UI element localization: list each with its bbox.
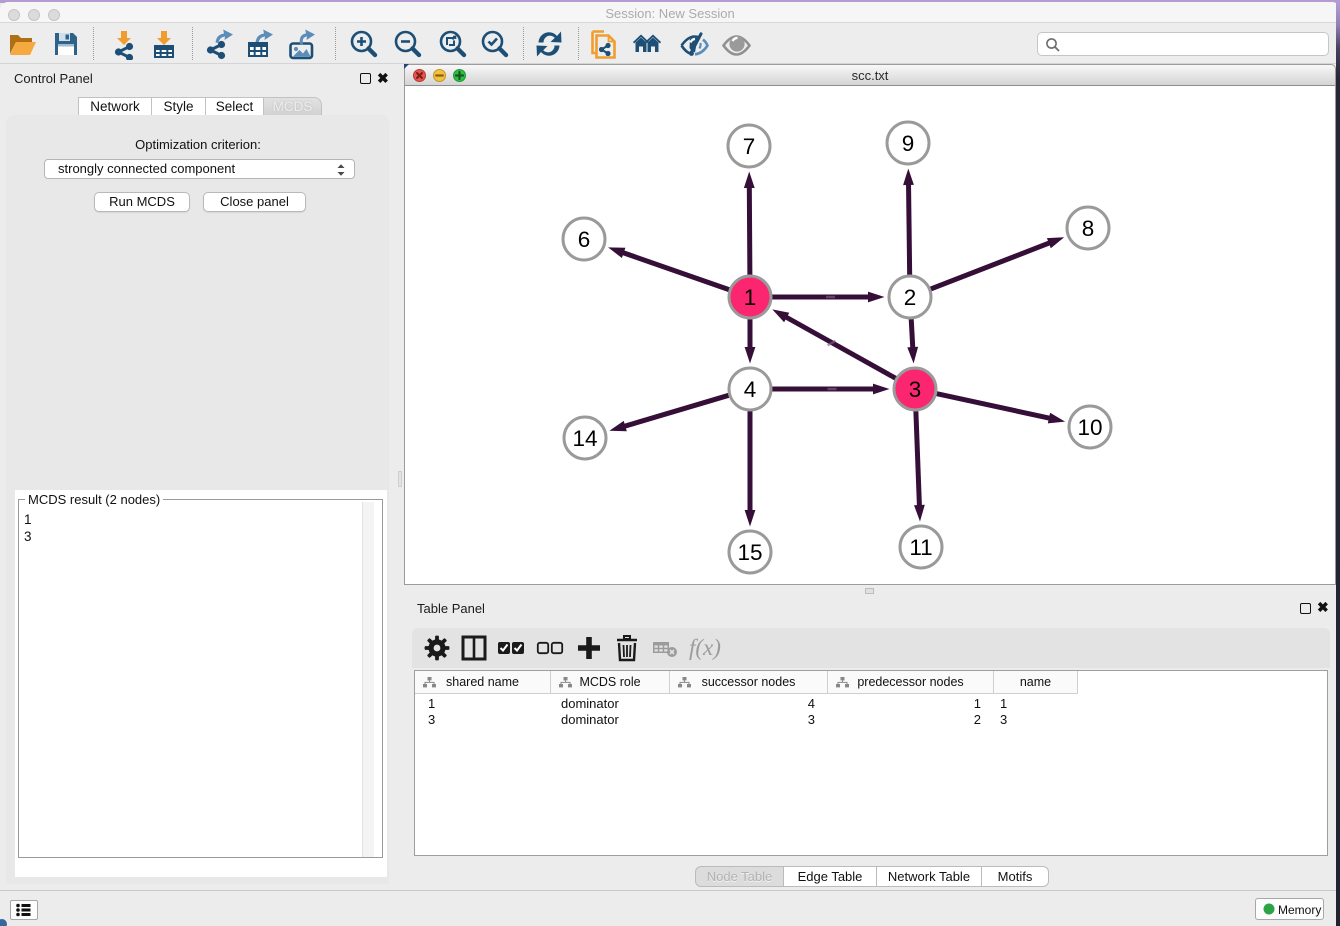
svg-text:9: 9 [902, 131, 915, 156]
svg-text:3: 3 [909, 377, 922, 402]
svg-text:14: 14 [572, 426, 597, 451]
svg-text:6: 6 [578, 227, 591, 252]
svg-text:11: 11 [909, 535, 932, 560]
svg-text:f(x): f(x) [689, 635, 721, 660]
svg-text:10: 10 [1077, 415, 1102, 440]
svg-text:15: 15 [737, 540, 762, 565]
svg-text:8: 8 [1082, 216, 1095, 241]
svg-text:1: 1 [744, 285, 757, 310]
svg-text:7: 7 [743, 134, 756, 159]
svg-text:2: 2 [904, 285, 917, 310]
svg-text:4: 4 [744, 377, 757, 402]
